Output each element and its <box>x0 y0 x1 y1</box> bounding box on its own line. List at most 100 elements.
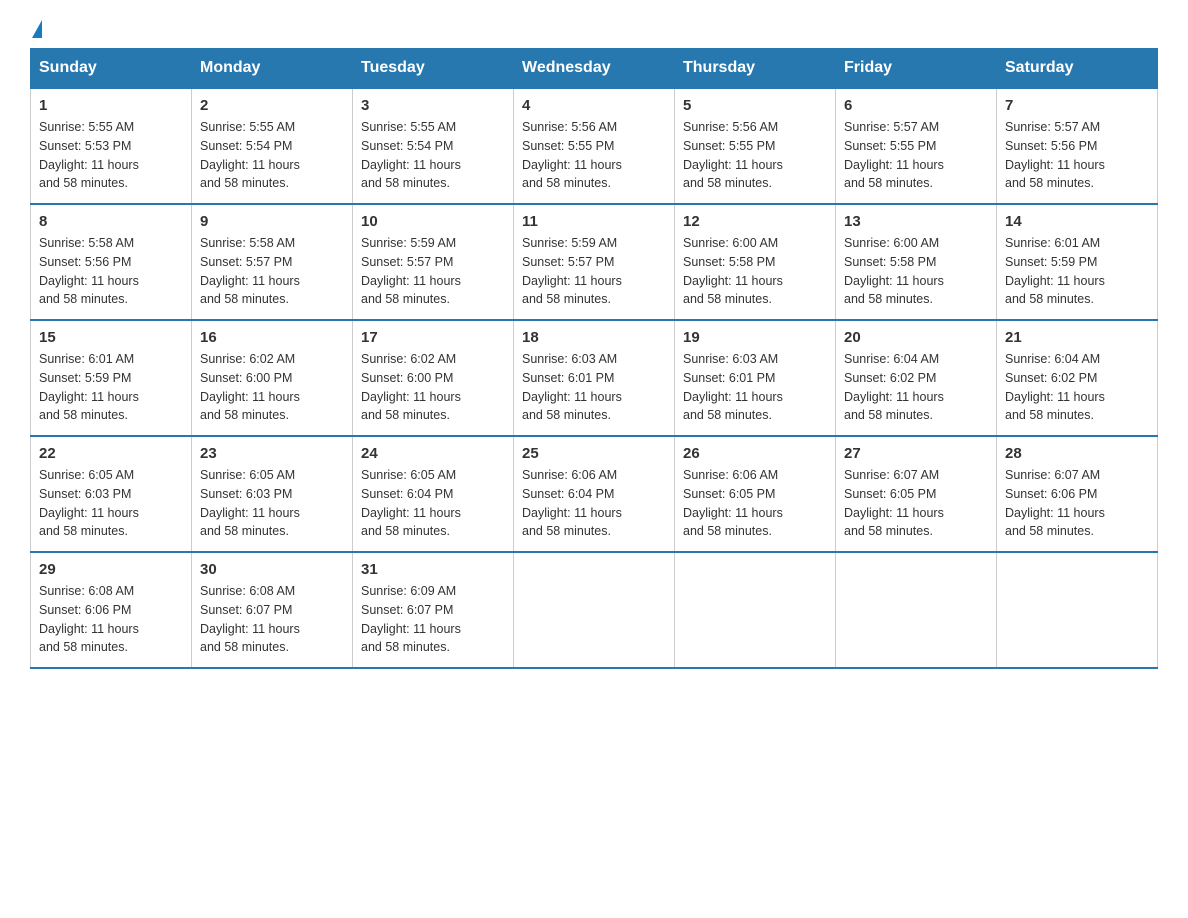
calendar-cell: 24 Sunrise: 6:05 AMSunset: 6:04 PMDayligh… <box>353 436 514 552</box>
calendar-cell: 19 Sunrise: 6:03 AMSunset: 6:01 PMDayligh… <box>675 320 836 436</box>
col-header-wednesday: Wednesday <box>514 49 675 89</box>
day-info: Sunrise: 6:09 AMSunset: 6:07 PMDaylight:… <box>361 582 505 657</box>
week-row-1: 1 Sunrise: 5:55 AMSunset: 5:53 PMDaylight… <box>31 88 1158 204</box>
day-number: 10 <box>361 213 505 230</box>
day-number: 29 <box>39 561 183 578</box>
day-info: Sunrise: 6:03 AMSunset: 6:01 PMDaylight:… <box>683 350 827 425</box>
calendar-cell: 16 Sunrise: 6:02 AMSunset: 6:00 PMDayligh… <box>192 320 353 436</box>
page-header <box>30 20 1158 38</box>
day-info: Sunrise: 5:57 AMSunset: 5:56 PMDaylight:… <box>1005 118 1149 193</box>
col-header-thursday: Thursday <box>675 49 836 89</box>
calendar-cell: 10 Sunrise: 5:59 AMSunset: 5:57 PMDayligh… <box>353 204 514 320</box>
day-info: Sunrise: 5:59 AMSunset: 5:57 PMDaylight:… <box>522 234 666 309</box>
calendar-cell: 25 Sunrise: 6:06 AMSunset: 6:04 PMDayligh… <box>514 436 675 552</box>
calendar-cell: 18Sunrise: 6:03 AMSunset: 6:01 PMDayligh… <box>514 320 675 436</box>
calendar-cell: 3 Sunrise: 5:55 AMSunset: 5:54 PMDaylight… <box>353 88 514 204</box>
calendar-cell <box>997 552 1158 668</box>
calendar-cell: 1 Sunrise: 5:55 AMSunset: 5:53 PMDaylight… <box>31 88 192 204</box>
day-number: 27 <box>844 445 988 462</box>
day-number: 31 <box>361 561 505 578</box>
col-header-monday: Monday <box>192 49 353 89</box>
day-number: 4 <box>522 97 666 114</box>
day-info: Sunrise: 6:02 AMSunset: 6:00 PMDaylight:… <box>200 350 344 425</box>
day-info: Sunrise: 6:05 AMSunset: 6:03 PMDaylight:… <box>39 466 183 541</box>
day-number: 12 <box>683 213 827 230</box>
logo-triangle-icon <box>32 20 42 38</box>
calendar-cell: 27 Sunrise: 6:07 AMSunset: 6:05 PMDayligh… <box>836 436 997 552</box>
calendar-cell: 8 Sunrise: 5:58 AMSunset: 5:56 PMDaylight… <box>31 204 192 320</box>
calendar-cell: 28 Sunrise: 6:07 AMSunset: 6:06 PMDayligh… <box>997 436 1158 552</box>
calendar-cell: 17Sunrise: 6:02 AMSunset: 6:00 PMDayligh… <box>353 320 514 436</box>
calendar-cell: 21 Sunrise: 6:04 AMSunset: 6:02 PMDayligh… <box>997 320 1158 436</box>
day-info: Sunrise: 6:07 AMSunset: 6:06 PMDaylight:… <box>1005 466 1149 541</box>
day-number: 19 <box>683 329 827 346</box>
day-info: Sunrise: 6:07 AMSunset: 6:05 PMDaylight:… <box>844 466 988 541</box>
day-number: 24 <box>361 445 505 462</box>
day-info: Sunrise: 6:01 AMSunset: 5:59 PMDaylight:… <box>39 350 183 425</box>
calendar-cell <box>514 552 675 668</box>
day-info: Sunrise: 6:00 AMSunset: 5:58 PMDaylight:… <box>844 234 988 309</box>
day-info: Sunrise: 6:06 AMSunset: 6:05 PMDaylight:… <box>683 466 827 541</box>
calendar-cell: 15 Sunrise: 6:01 AMSunset: 5:59 PMDayligh… <box>31 320 192 436</box>
day-number: 28 <box>1005 445 1149 462</box>
calendar-cell: 12 Sunrise: 6:00 AMSunset: 5:58 PMDayligh… <box>675 204 836 320</box>
day-number: 21 <box>1005 329 1149 346</box>
calendar-cell: 11Sunrise: 5:59 AMSunset: 5:57 PMDayligh… <box>514 204 675 320</box>
day-info: Sunrise: 6:03 AMSunset: 6:01 PMDaylight:… <box>522 350 666 425</box>
calendar-cell: 30 Sunrise: 6:08 AMSunset: 6:07 PMDayligh… <box>192 552 353 668</box>
day-info: Sunrise: 6:00 AMSunset: 5:58 PMDaylight:… <box>683 234 827 309</box>
week-row-5: 29 Sunrise: 6:08 AMSunset: 6:06 PMDayligh… <box>31 552 1158 668</box>
day-number: 6 <box>844 97 988 114</box>
day-info: Sunrise: 6:08 AMSunset: 6:06 PMDaylight:… <box>39 582 183 657</box>
calendar-table: SundayMondayTuesdayWednesdayThursdayFrid… <box>30 48 1158 669</box>
day-number: 2 <box>200 97 344 114</box>
day-info: Sunrise: 5:55 AMSunset: 5:54 PMDaylight:… <box>200 118 344 193</box>
calendar-cell <box>675 552 836 668</box>
calendar-cell: 20Sunrise: 6:04 AMSunset: 6:02 PMDayligh… <box>836 320 997 436</box>
day-info: Sunrise: 5:58 AMSunset: 5:56 PMDaylight:… <box>39 234 183 309</box>
day-number: 9 <box>200 213 344 230</box>
day-number: 5 <box>683 97 827 114</box>
day-info: Sunrise: 5:59 AMSunset: 5:57 PMDaylight:… <box>361 234 505 309</box>
calendar-cell: 29 Sunrise: 6:08 AMSunset: 6:06 PMDayligh… <box>31 552 192 668</box>
calendar-cell: 7 Sunrise: 5:57 AMSunset: 5:56 PMDaylight… <box>997 88 1158 204</box>
day-number: 30 <box>200 561 344 578</box>
day-info: Sunrise: 5:57 AMSunset: 5:55 PMDaylight:… <box>844 118 988 193</box>
week-row-3: 15 Sunrise: 6:01 AMSunset: 5:59 PMDayligh… <box>31 320 1158 436</box>
week-row-2: 8 Sunrise: 5:58 AMSunset: 5:56 PMDaylight… <box>31 204 1158 320</box>
day-number: 13 <box>844 213 988 230</box>
calendar-cell: 14 Sunrise: 6:01 AMSunset: 5:59 PMDayligh… <box>997 204 1158 320</box>
day-info: Sunrise: 5:55 AMSunset: 5:54 PMDaylight:… <box>361 118 505 193</box>
day-info: Sunrise: 5:55 AMSunset: 5:53 PMDaylight:… <box>39 118 183 193</box>
day-number: 14 <box>1005 213 1149 230</box>
day-info: Sunrise: 6:04 AMSunset: 6:02 PMDaylight:… <box>1005 350 1149 425</box>
col-header-tuesday: Tuesday <box>353 49 514 89</box>
day-info: Sunrise: 6:05 AMSunset: 6:04 PMDaylight:… <box>361 466 505 541</box>
day-info: Sunrise: 5:56 AMSunset: 5:55 PMDaylight:… <box>683 118 827 193</box>
day-info: Sunrise: 5:56 AMSunset: 5:55 PMDaylight:… <box>522 118 666 193</box>
day-info: Sunrise: 6:01 AMSunset: 5:59 PMDaylight:… <box>1005 234 1149 309</box>
day-number: 25 <box>522 445 666 462</box>
calendar-cell: 31 Sunrise: 6:09 AMSunset: 6:07 PMDayligh… <box>353 552 514 668</box>
day-info: Sunrise: 6:06 AMSunset: 6:04 PMDaylight:… <box>522 466 666 541</box>
day-number: 8 <box>39 213 183 230</box>
calendar-cell <box>836 552 997 668</box>
calendar-cell: 13 Sunrise: 6:00 AMSunset: 5:58 PMDayligh… <box>836 204 997 320</box>
day-info: Sunrise: 5:58 AMSunset: 5:57 PMDaylight:… <box>200 234 344 309</box>
day-number: 22 <box>39 445 183 462</box>
day-number: 7 <box>1005 97 1149 114</box>
day-number: 1 <box>39 97 183 114</box>
day-number: 15 <box>39 329 183 346</box>
day-number: 23 <box>200 445 344 462</box>
day-info: Sunrise: 6:08 AMSunset: 6:07 PMDaylight:… <box>200 582 344 657</box>
day-info: Sunrise: 6:05 AMSunset: 6:03 PMDaylight:… <box>200 466 344 541</box>
calendar-cell: 6 Sunrise: 5:57 AMSunset: 5:55 PMDaylight… <box>836 88 997 204</box>
day-number: 26 <box>683 445 827 462</box>
col-header-sunday: Sunday <box>31 49 192 89</box>
day-number: 3 <box>361 97 505 114</box>
day-number: 17 <box>361 329 505 346</box>
calendar-cell: 4 Sunrise: 5:56 AMSunset: 5:55 PMDaylight… <box>514 88 675 204</box>
day-number: 16 <box>200 329 344 346</box>
calendar-cell: 22 Sunrise: 6:05 AMSunset: 6:03 PMDayligh… <box>31 436 192 552</box>
col-header-saturday: Saturday <box>997 49 1158 89</box>
